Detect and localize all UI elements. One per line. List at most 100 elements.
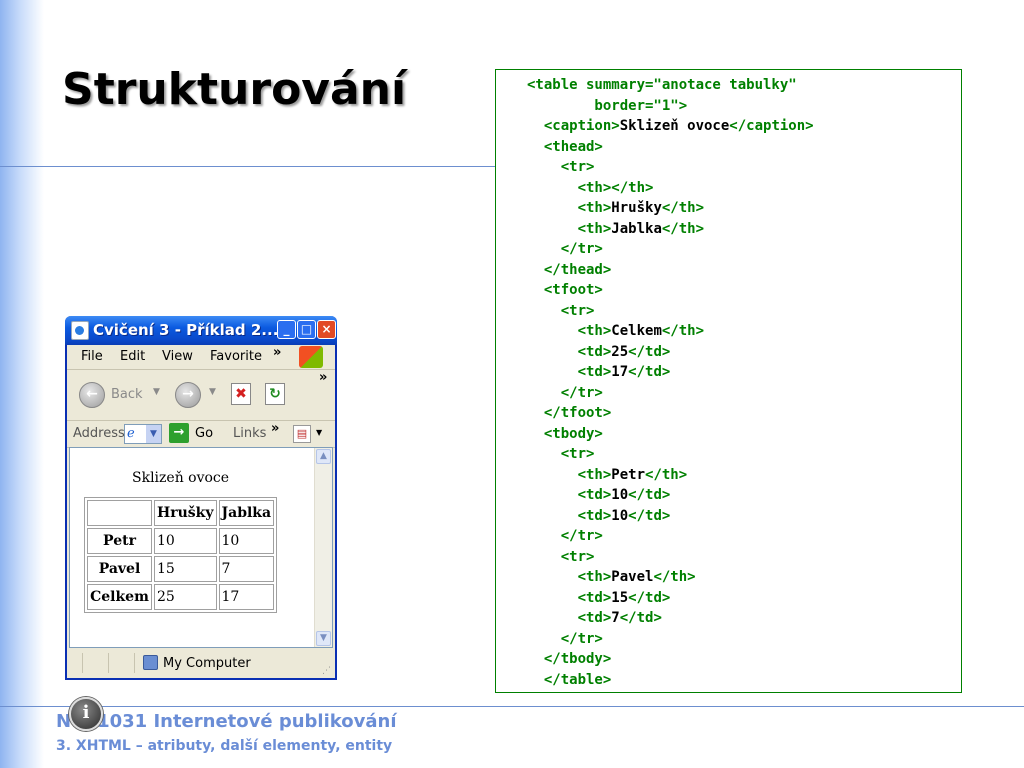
toolbar-more-chevron[interactable]: » xyxy=(319,370,327,385)
code-close-tag: </th> xyxy=(661,220,705,237)
code-text: 15 xyxy=(611,589,629,606)
code-tag: <tr> xyxy=(527,159,595,175)
code-text: 7 xyxy=(611,610,620,626)
back-dropdown-icon[interactable]: ▼ xyxy=(153,387,160,397)
table-caption: Sklizeň ovoce xyxy=(132,470,230,486)
code-line: <thead> xyxy=(527,137,603,157)
footer-course: N 1031 Internetové publikování xyxy=(56,711,397,732)
code-tag: <td> xyxy=(527,507,612,524)
code-tag: <td> xyxy=(527,364,612,380)
code-close-tag: </td> xyxy=(628,589,671,606)
code-close-tag: </caption> xyxy=(729,118,814,134)
footer-course-suffix: 1031 Internetové publikování xyxy=(97,711,397,732)
zone-label: My Computer xyxy=(163,656,251,671)
code-line: <tfoot> xyxy=(527,280,603,300)
menu-bar: File Edit View Favorite » xyxy=(67,345,335,370)
footer-subtitle: 3. XHTML – atributy, další elementy, ent… xyxy=(56,738,393,754)
close-button[interactable]: × xyxy=(317,320,336,339)
ie-page-icon xyxy=(71,321,89,340)
code-tag: <th></th> xyxy=(527,179,654,196)
menu-favorites[interactable]: Favorite xyxy=(210,349,262,364)
table-header-cell: Hrušky xyxy=(154,500,217,526)
code-tag: <th> xyxy=(527,569,612,585)
code-tag: </tfoot> xyxy=(527,405,612,421)
code-tag: <th> xyxy=(527,466,612,483)
code-line: <tbody> xyxy=(527,424,603,444)
table-cell: 7 xyxy=(218,556,275,582)
pdf-dropdown-icon[interactable]: ▼ xyxy=(316,428,322,437)
table-row: Petr 10 10 xyxy=(87,528,275,554)
code-tag: </thead> xyxy=(527,261,612,278)
menu-view[interactable]: View xyxy=(162,349,193,364)
code-line: </thead> xyxy=(527,260,611,280)
links-more-chevron[interactable]: » xyxy=(271,421,279,436)
code-text: Hrušky xyxy=(611,200,662,216)
code-line: <tr> xyxy=(527,157,595,177)
table-header-row: Hrušky Jablka xyxy=(87,500,275,526)
code-text: Petr xyxy=(611,466,646,483)
vertical-scrollbar[interactable]: ▲ ▼ xyxy=(314,448,332,647)
code-line: <th>Jablka</th> xyxy=(527,219,704,239)
links-label[interactable]: Links xyxy=(233,426,266,441)
code-line: <table summary="anotace tabulky" xyxy=(527,75,797,95)
slide-title: Strukturování xyxy=(62,64,407,115)
stop-icon[interactable]: ✖ xyxy=(231,383,251,405)
footer-divider xyxy=(0,706,1024,707)
menu-more-chevron[interactable]: » xyxy=(273,345,281,360)
table-cell: 10 xyxy=(218,528,275,554)
go-label[interactable]: Go xyxy=(195,426,213,441)
window-titlebar[interactable]: Cvičení 3 - Příklad 2... _ □ × xyxy=(65,316,337,345)
code-tag: <td> xyxy=(527,589,612,606)
resize-grip-icon[interactable]: ⋰ xyxy=(322,666,331,676)
back-arrow-icon[interactable]: ← xyxy=(79,382,105,408)
table-header-cell xyxy=(87,500,152,526)
browser-window: Cvičení 3 - Příklad 2... _ □ × File Edit… xyxy=(65,316,337,680)
code-tag: <tr> xyxy=(527,302,595,319)
back-label[interactable]: Back xyxy=(111,387,143,402)
address-field[interactable]: ℯ ▼ xyxy=(124,424,162,444)
scroll-up-icon[interactable]: ▲ xyxy=(316,449,331,464)
code-close-tag: </td> xyxy=(628,364,671,380)
code-line: <td>10</td> xyxy=(527,485,671,505)
code-tag: <tfoot> xyxy=(527,282,603,298)
table-header-cell: Jablka xyxy=(218,500,275,526)
code-text: Jablka xyxy=(611,220,662,237)
row-header-cell: Pavel xyxy=(87,556,152,582)
scroll-down-icon[interactable]: ▼ xyxy=(316,631,331,646)
window-title: Cvičení 3 - Příklad 2... xyxy=(93,321,279,339)
my-computer-icon xyxy=(143,655,158,670)
code-line: border="1"> xyxy=(527,96,687,116)
code-tag: <tr> xyxy=(527,548,595,565)
row-header-cell: Petr xyxy=(87,528,152,554)
menu-edit[interactable]: Edit xyxy=(120,349,145,364)
address-label: Address xyxy=(73,426,125,441)
table-row: Celkem 25 17 xyxy=(87,584,275,610)
menu-file[interactable]: File xyxy=(81,349,103,364)
code-tag: <th> xyxy=(527,200,612,216)
code-line: <th>Petr</th> xyxy=(527,465,688,485)
code-line: <th>Celkem</th> xyxy=(527,321,704,341)
refresh-icon[interactable]: ↻ xyxy=(265,383,285,405)
code-line: </tfoot> xyxy=(527,403,611,423)
forward-arrow-icon[interactable]: → xyxy=(175,382,201,408)
maximize-button[interactable]: □ xyxy=(297,320,316,339)
code-line: <th></th> xyxy=(527,178,654,198)
code-line: <td>17</td> xyxy=(527,362,671,382)
table-cell: 10 xyxy=(154,528,217,554)
info-icon[interactable]: i xyxy=(69,697,103,731)
table-cell: 17 xyxy=(218,584,275,610)
code-tag: </tr> xyxy=(527,528,603,544)
table-row: Pavel 15 7 xyxy=(87,556,275,582)
code-tag: <th> xyxy=(527,323,612,339)
code-line: <td>15</td> xyxy=(527,588,671,608)
table-cell: 15 xyxy=(154,556,217,582)
minimize-button[interactable]: _ xyxy=(277,320,296,339)
address-dropdown-icon[interactable]: ▼ xyxy=(146,425,161,443)
standard-toolbar: ← Back ▼ → ▼ ✖ ↻ » xyxy=(67,370,335,421)
row-header-cell: Celkem xyxy=(87,584,152,610)
address-bar: Address ℯ ▼ → Go Links » ▤ ▼ xyxy=(67,421,335,448)
forward-dropdown-icon[interactable]: ▼ xyxy=(209,387,216,397)
code-text: Sklizeň ovoce xyxy=(619,118,730,134)
pdf-icon[interactable]: ▤ xyxy=(293,425,311,443)
go-arrow-icon[interactable]: → xyxy=(169,423,189,443)
